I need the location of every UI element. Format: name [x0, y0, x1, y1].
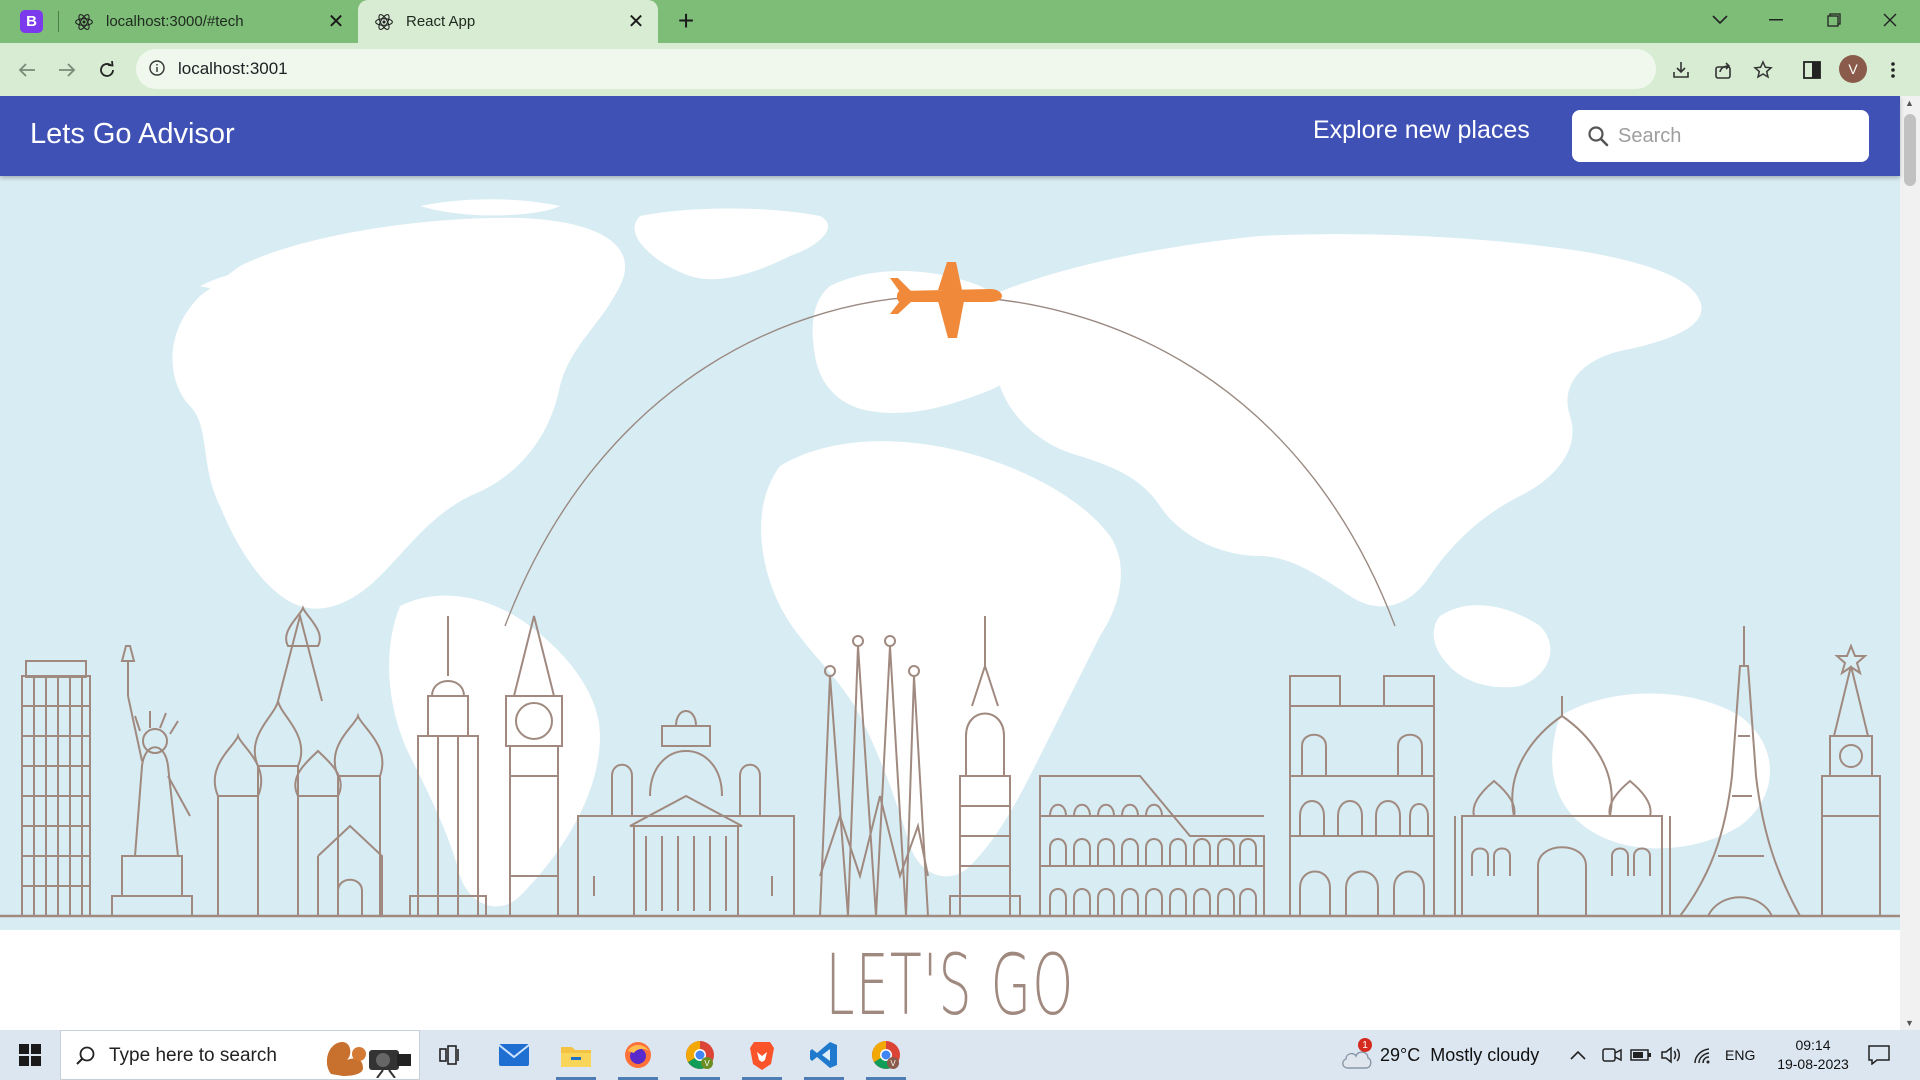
weather-alert-badge: 1	[1358, 1038, 1372, 1052]
volume-icon[interactable]	[1660, 1030, 1682, 1080]
world-map-skyline-illustration	[0, 199, 1900, 918]
react-icon	[375, 13, 393, 30]
st-basils-cathedral	[213, 605, 384, 917]
tab-title: localhost:3000/#tech	[106, 13, 244, 30]
close-window-button[interactable]	[1862, 0, 1918, 40]
reload-icon[interactable]	[92, 55, 122, 85]
chrome-icon[interactable]: V	[672, 1030, 728, 1080]
colosseum	[1039, 775, 1265, 917]
bookmark-star-icon[interactable]	[1750, 57, 1776, 83]
cloud-icon: 1	[1340, 1038, 1372, 1070]
minimize-button[interactable]	[1748, 0, 1804, 40]
file-explorer-icon[interactable]	[548, 1030, 604, 1080]
address-bar[interactable]: localhost:3001	[136, 49, 1656, 89]
kebab-menu-icon[interactable]	[1880, 57, 1906, 83]
install-app-icon[interactable]	[1668, 57, 1694, 83]
show-hidden-icons-chevron-icon[interactable]	[1570, 1030, 1586, 1080]
clock-time: 09:14	[1795, 1037, 1831, 1053]
pinned-tab-bootstrap[interactable]: B	[20, 10, 43, 33]
world-map	[172, 199, 1770, 907]
tab-react-app[interactable]: React App ✕	[358, 0, 658, 43]
windows-taskbar: Type here to search V V 1 29°C Mostly cl…	[0, 1030, 1920, 1080]
search-icon	[1588, 126, 1609, 147]
browser-tab-strip: B localhost:3000/#tech ✕ React App ✕ +	[0, 0, 1920, 43]
search-highlight-squirrel-icon	[326, 1041, 411, 1078]
firefox-icon[interactable]	[610, 1030, 666, 1080]
restore-button[interactable]	[1806, 0, 1862, 40]
svg-text:V: V	[890, 1059, 896, 1068]
tab-localhost-3000[interactable]: localhost:3000/#tech ✕	[58, 0, 358, 43]
browser-toolbar: localhost:3001 V	[0, 43, 1920, 96]
system-clock[interactable]: 09:14 19-08-2023	[1765, 1036, 1861, 1074]
search-icon	[76, 1046, 95, 1065]
weather-widget[interactable]: 1 29°C Mostly cloudy	[1340, 1030, 1539, 1080]
notre-dame	[1289, 675, 1435, 917]
scrollbar-thumb[interactable]	[1904, 114, 1916, 186]
app-header: Lets Go Advisor Explore new places	[0, 96, 1900, 176]
brave-icon[interactable]	[734, 1030, 790, 1080]
new-tab-button[interactable]: +	[672, 7, 700, 36]
share-icon[interactable]	[1710, 57, 1736, 83]
profile-avatar[interactable]: V	[1839, 55, 1867, 83]
close-icon[interactable]: ✕	[324, 10, 348, 34]
page-scrollbar[interactable]: ▲ ▼	[1900, 96, 1920, 1030]
side-panel-icon[interactable]	[1799, 57, 1825, 83]
search-input[interactable]	[1618, 120, 1848, 152]
windows-logo-icon	[19, 1044, 41, 1066]
react-icon	[75, 13, 93, 30]
scroll-up-arrow-icon[interactable]: ▲	[1905, 98, 1914, 108]
vscode-icon[interactable]	[796, 1030, 852, 1080]
language-indicator[interactable]: ENG	[1725, 1030, 1755, 1080]
taskbar-search-box[interactable]: Type here to search	[60, 1030, 420, 1080]
clock-date: 19-08-2023	[1777, 1056, 1849, 1072]
wifi-icon[interactable]	[1692, 1030, 1714, 1080]
battery-icon[interactable]	[1630, 1030, 1652, 1080]
svg-text:V: V	[704, 1059, 710, 1068]
capitol-building	[577, 710, 795, 917]
tab-title: React App	[406, 13, 476, 30]
leaning-tower-of-pisa	[21, 660, 91, 917]
scroll-down-arrow-icon[interactable]: ▼	[1905, 1018, 1914, 1028]
notifications-icon[interactable]	[1868, 1030, 1890, 1080]
search-box[interactable]	[1572, 110, 1869, 162]
url-text: localhost:3001	[178, 59, 288, 78]
meet-now-icon[interactable]	[1602, 1030, 1622, 1080]
forward-icon[interactable]	[52, 55, 82, 85]
brand-title[interactable]: Lets Go Advisor	[30, 118, 235, 151]
chrome-icon[interactable]: V	[858, 1030, 914, 1080]
page-viewport: Lets Go Advisor Explore new places Searc…	[0, 96, 1920, 1030]
windows-start-button[interactable]	[0, 1030, 60, 1080]
tab-search-chevron-icon[interactable]	[1692, 0, 1748, 40]
hero-heading: LET'S GO	[825, 936, 1075, 1030]
close-icon[interactable]: ✕	[624, 10, 648, 34]
hero-illustration	[0, 176, 1900, 930]
header-tagline: Explore new places	[1313, 116, 1530, 144]
weather-text: 29°C Mostly cloudy	[1380, 1044, 1540, 1065]
kremlin-tower	[1821, 643, 1881, 917]
task-view-icon[interactable]	[422, 1030, 478, 1080]
taskbar-search-placeholder: Type here to search	[109, 1045, 277, 1066]
statue-of-liberty	[111, 645, 193, 917]
mail-icon[interactable]	[486, 1030, 542, 1080]
back-icon[interactable]	[12, 55, 42, 85]
site-info-icon[interactable]	[148, 59, 166, 77]
